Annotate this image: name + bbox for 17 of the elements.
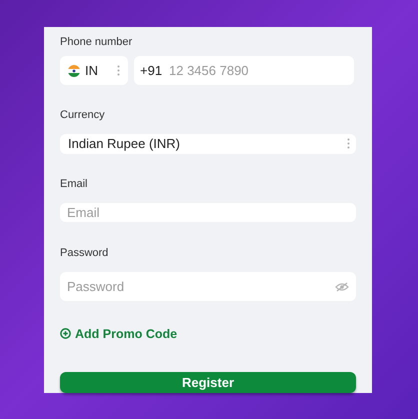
register-button[interactable]: Register [60, 372, 356, 393]
email-field[interactable]: Email [60, 202, 356, 222]
country-code: IN [85, 62, 99, 80]
more-icon [347, 138, 350, 150]
more-icon [117, 65, 120, 76]
eye-icon[interactable] [335, 282, 349, 292]
field-label: Password [60, 246, 108, 259]
password-field[interactable]: Password [60, 272, 356, 301]
field-label: Currency [60, 109, 105, 121]
add-promo-code-link[interactable]: Add Promo Code [60, 324, 178, 344]
field-label: Email [60, 178, 88, 190]
country-select[interactable]: IN [60, 56, 128, 85]
flag-icon [68, 64, 80, 76]
field-label: Phone number [60, 37, 134, 48]
plus-circle-icon [60, 328, 71, 340]
dial-prefix: +91 [140, 62, 162, 79]
currency-select[interactable]: Indian Rupee (INR) [60, 134, 356, 154]
